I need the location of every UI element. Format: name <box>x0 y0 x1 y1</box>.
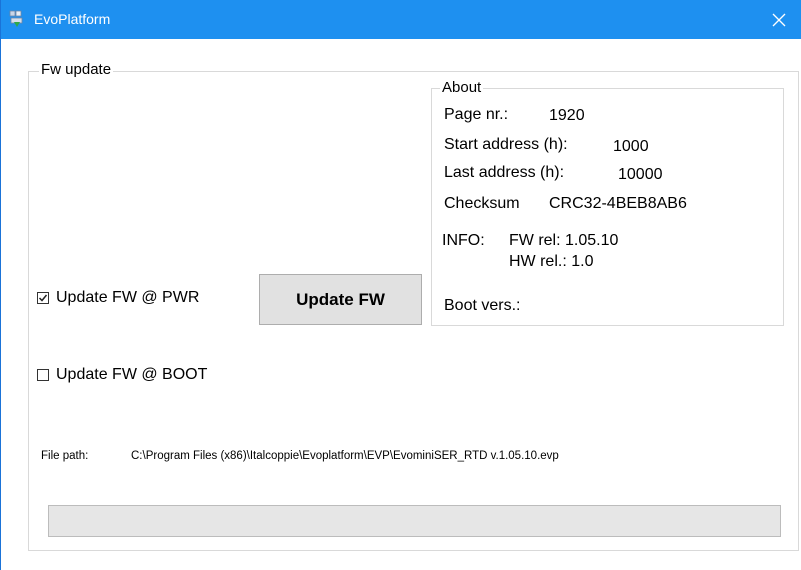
title-bar[interactable]: EvoPlatform <box>1 0 801 39</box>
update-fw-pwr-label: Update FW @ PWR <box>56 289 200 306</box>
update-fw-boot-label: Update FW @ BOOT <box>56 366 208 383</box>
update-progress-bar <box>48 505 781 537</box>
start-address-label: Start address (h): <box>444 136 568 153</box>
start-address-value: 1000 <box>613 138 649 155</box>
checkbox-unchecked-icon <box>37 369 49 381</box>
checkbox-checked-icon <box>37 292 49 304</box>
file-path-value: C:\Program Files (x86)\Italcoppie\Evopla… <box>131 450 559 462</box>
update-fw-button[interactable]: Update FW <box>259 274 422 325</box>
update-fw-pwr-checkbox[interactable]: Update FW @ PWR <box>37 289 199 307</box>
last-address-label: Last address (h): <box>444 164 565 181</box>
checksum-label: Checksum <box>444 195 520 212</box>
boot-vers-label: Boot vers.: <box>444 297 521 314</box>
update-fw-boot-checkbox[interactable]: Update FW @ BOOT <box>37 366 207 384</box>
close-button[interactable] <box>756 0 801 39</box>
close-icon <box>772 13 786 26</box>
page-nr-label: Page nr.: <box>444 106 509 123</box>
page-nr-value: 1920 <box>549 107 585 124</box>
evoplatform-app-icon <box>9 10 25 28</box>
evoplatform-window: EvoPlatform Fw update About Page nr.: 19… <box>0 0 801 570</box>
fw-update-group-label: Fw update <box>39 61 114 78</box>
checksum-value: CRC32-4BEB8AB6 <box>549 195 687 212</box>
info-label: INFO: <box>442 232 485 249</box>
last-address-value: 10000 <box>618 166 663 183</box>
about-group-label: About <box>440 79 484 96</box>
file-path-label: File path: <box>41 450 89 462</box>
window-title: EvoPlatform <box>34 11 111 27</box>
fw-rel-value: FW rel: 1.05.10 <box>509 232 619 249</box>
hw-rel-value: HW rel.: 1.0 <box>509 253 594 270</box>
